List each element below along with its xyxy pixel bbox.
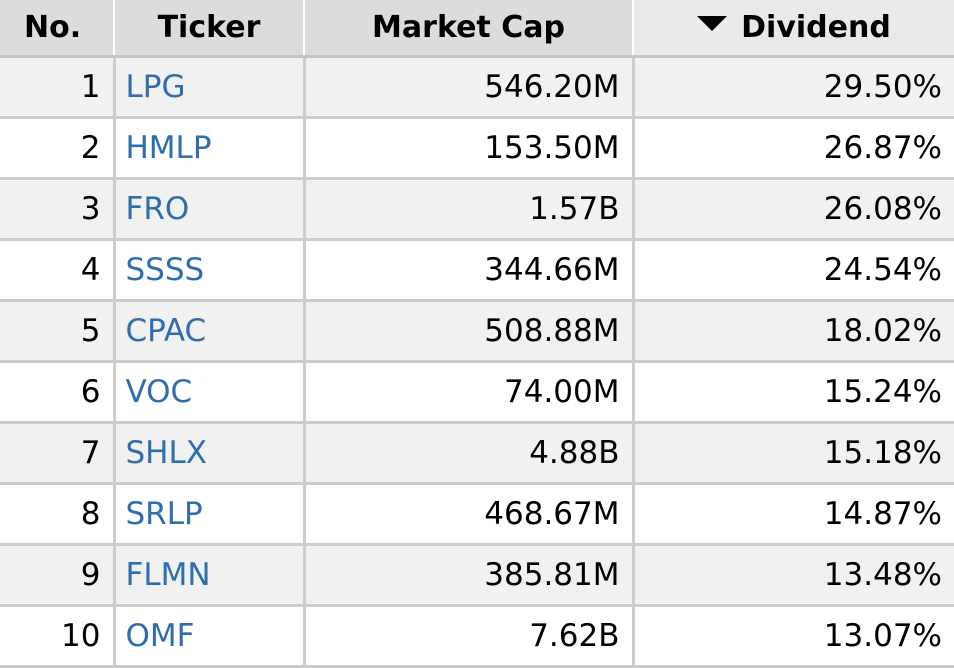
row-number-cell: 9	[0, 544, 116, 607]
screener-table: No. Ticker Market Cap Dividend 1 LPG 546.2…	[0, 0, 954, 668]
market-cap-cell: 344.66M	[304, 239, 635, 302]
ticker-cell: FRO	[114, 178, 306, 241]
dividend-cell: 18.02%	[633, 300, 954, 363]
column-header-no-label: No.	[24, 9, 82, 45]
column-header-market-cap-label: Market Cap	[372, 9, 565, 45]
column-header-no[interactable]: No.	[0, 0, 115, 58]
market-cap-cell: 468.67M	[304, 483, 635, 546]
ticker-cell: VOC	[114, 361, 306, 424]
market-cap-cell: 546.20M	[304, 56, 635, 119]
table-row[interactable]: 1 LPG 546.20M 29.50%	[0, 56, 954, 119]
ticker-link[interactable]: SHLX	[126, 435, 208, 471]
ticker-cell: LPG	[114, 56, 306, 119]
market-cap-cell: 4.88B	[304, 422, 635, 485]
row-number-cell: 5	[0, 300, 116, 363]
market-cap-cell: 7.62B	[304, 605, 635, 668]
row-number-cell: 8	[0, 483, 116, 546]
column-header-ticker-label: Ticker	[157, 9, 261, 45]
row-number-cell: 4	[0, 239, 116, 302]
table-row[interactable]: 8 SRLP 468.67M 14.87%	[0, 483, 954, 546]
ticker-cell: SRLP	[114, 483, 306, 546]
market-cap-cell: 385.81M	[304, 544, 635, 607]
dividend-cell: 14.87%	[633, 483, 954, 546]
column-header-dividend-label: Dividend	[741, 9, 891, 45]
ticker-cell: FLMN	[114, 544, 306, 607]
table-row[interactable]: 5 CPAC 508.88M 18.02%	[0, 300, 954, 363]
dividend-cell: 24.54%	[633, 239, 954, 302]
ticker-link[interactable]: HMLP	[126, 130, 212, 166]
table-row[interactable]: 7 SHLX 4.88B 15.18%	[0, 422, 954, 485]
ticker-link[interactable]: VOC	[126, 374, 193, 410]
market-cap-cell: 74.00M	[304, 361, 635, 424]
table-row[interactable]: 6 VOC 74.00M 15.24%	[0, 361, 954, 424]
table-row[interactable]: 10 OMF 7.62B 13.07%	[0, 605, 954, 668]
ticker-link[interactable]: FLMN	[126, 557, 211, 593]
ticker-cell: SHLX	[114, 422, 306, 485]
dividend-cell: 13.48%	[633, 544, 954, 607]
ticker-cell: CPAC	[114, 300, 306, 363]
dividend-cell: 15.18%	[633, 422, 954, 485]
row-number-cell: 6	[0, 361, 116, 424]
ticker-link[interactable]: CPAC	[126, 313, 207, 349]
sort-descending-arrow-icon	[697, 15, 728, 31]
ticker-link[interactable]: LPG	[126, 69, 186, 105]
ticker-cell: HMLP	[114, 117, 306, 180]
market-cap-cell: 508.88M	[304, 300, 635, 363]
row-number-cell: 3	[0, 178, 116, 241]
dividend-cell: 13.07%	[633, 605, 954, 668]
table-body: 1 LPG 546.20M 29.50% 2 HMLP 153.50M 26.87% 3 FRO 1…	[0, 56, 954, 668]
ticker-link[interactable]: OMF	[126, 618, 195, 654]
column-header-dividend[interactable]: Dividend	[633, 0, 954, 58]
column-header-ticker[interactable]: Ticker	[114, 0, 305, 58]
dividend-cell: 15.24%	[633, 361, 954, 424]
market-cap-cell: 1.57B	[304, 178, 635, 241]
row-number-cell: 10	[0, 605, 116, 668]
dividend-cell: 29.50%	[633, 56, 954, 119]
row-number-cell: 1	[0, 56, 116, 119]
header-row: No. Ticker Market Cap Dividend	[0, 0, 954, 58]
row-number-cell: 2	[0, 117, 116, 180]
ticker-cell: SSSS	[114, 239, 306, 302]
table-row[interactable]: 2 HMLP 153.50M 26.87%	[0, 117, 954, 180]
dividend-cell: 26.08%	[633, 178, 954, 241]
table-row[interactable]: 9 FLMN 385.81M 13.48%	[0, 544, 954, 607]
ticker-link[interactable]: SSSS	[126, 252, 205, 288]
dividend-cell: 26.87%	[633, 117, 954, 180]
table-row[interactable]: 3 FRO 1.57B 26.08%	[0, 178, 954, 241]
ticker-link[interactable]: FRO	[126, 191, 190, 227]
column-header-market-cap[interactable]: Market Cap	[304, 0, 634, 58]
ticker-link[interactable]: SRLP	[126, 496, 203, 532]
table-row[interactable]: 4 SSSS 344.66M 24.54%	[0, 239, 954, 302]
market-cap-cell: 153.50M	[304, 117, 635, 180]
ticker-cell: OMF	[114, 605, 306, 668]
row-number-cell: 7	[0, 422, 116, 485]
table-header: No. Ticker Market Cap Dividend	[0, 0, 954, 58]
